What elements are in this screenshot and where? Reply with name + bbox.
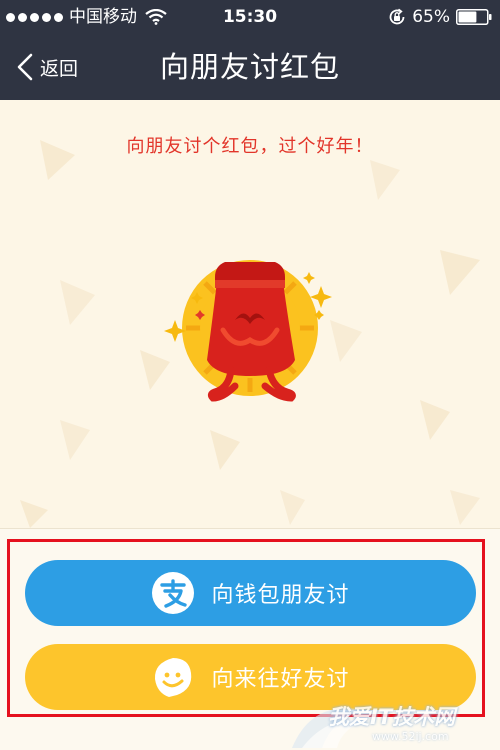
watermark-text: 我爱IT技术网	[328, 705, 456, 729]
battery-icon	[456, 9, 492, 25]
tagline: 向朋友讨个红包，过个好年！	[126, 136, 374, 157]
red-envelope-illustration	[164, 260, 332, 402]
status-right: 65%	[388, 0, 492, 34]
nav-bar: 返回 向朋友讨红包	[0, 34, 500, 100]
page-title: 向朋友讨红包	[159, 50, 340, 84]
status-bar: 中国移动 15:30 65%	[0, 0, 500, 34]
rotation-lock-icon	[389, 8, 405, 25]
watermark-url: www.52ij.com	[372, 730, 449, 743]
content-area: 向朋友讨个红包，过个好年！	[0, 100, 500, 528]
battery-percent: 65%	[412, 7, 450, 27]
